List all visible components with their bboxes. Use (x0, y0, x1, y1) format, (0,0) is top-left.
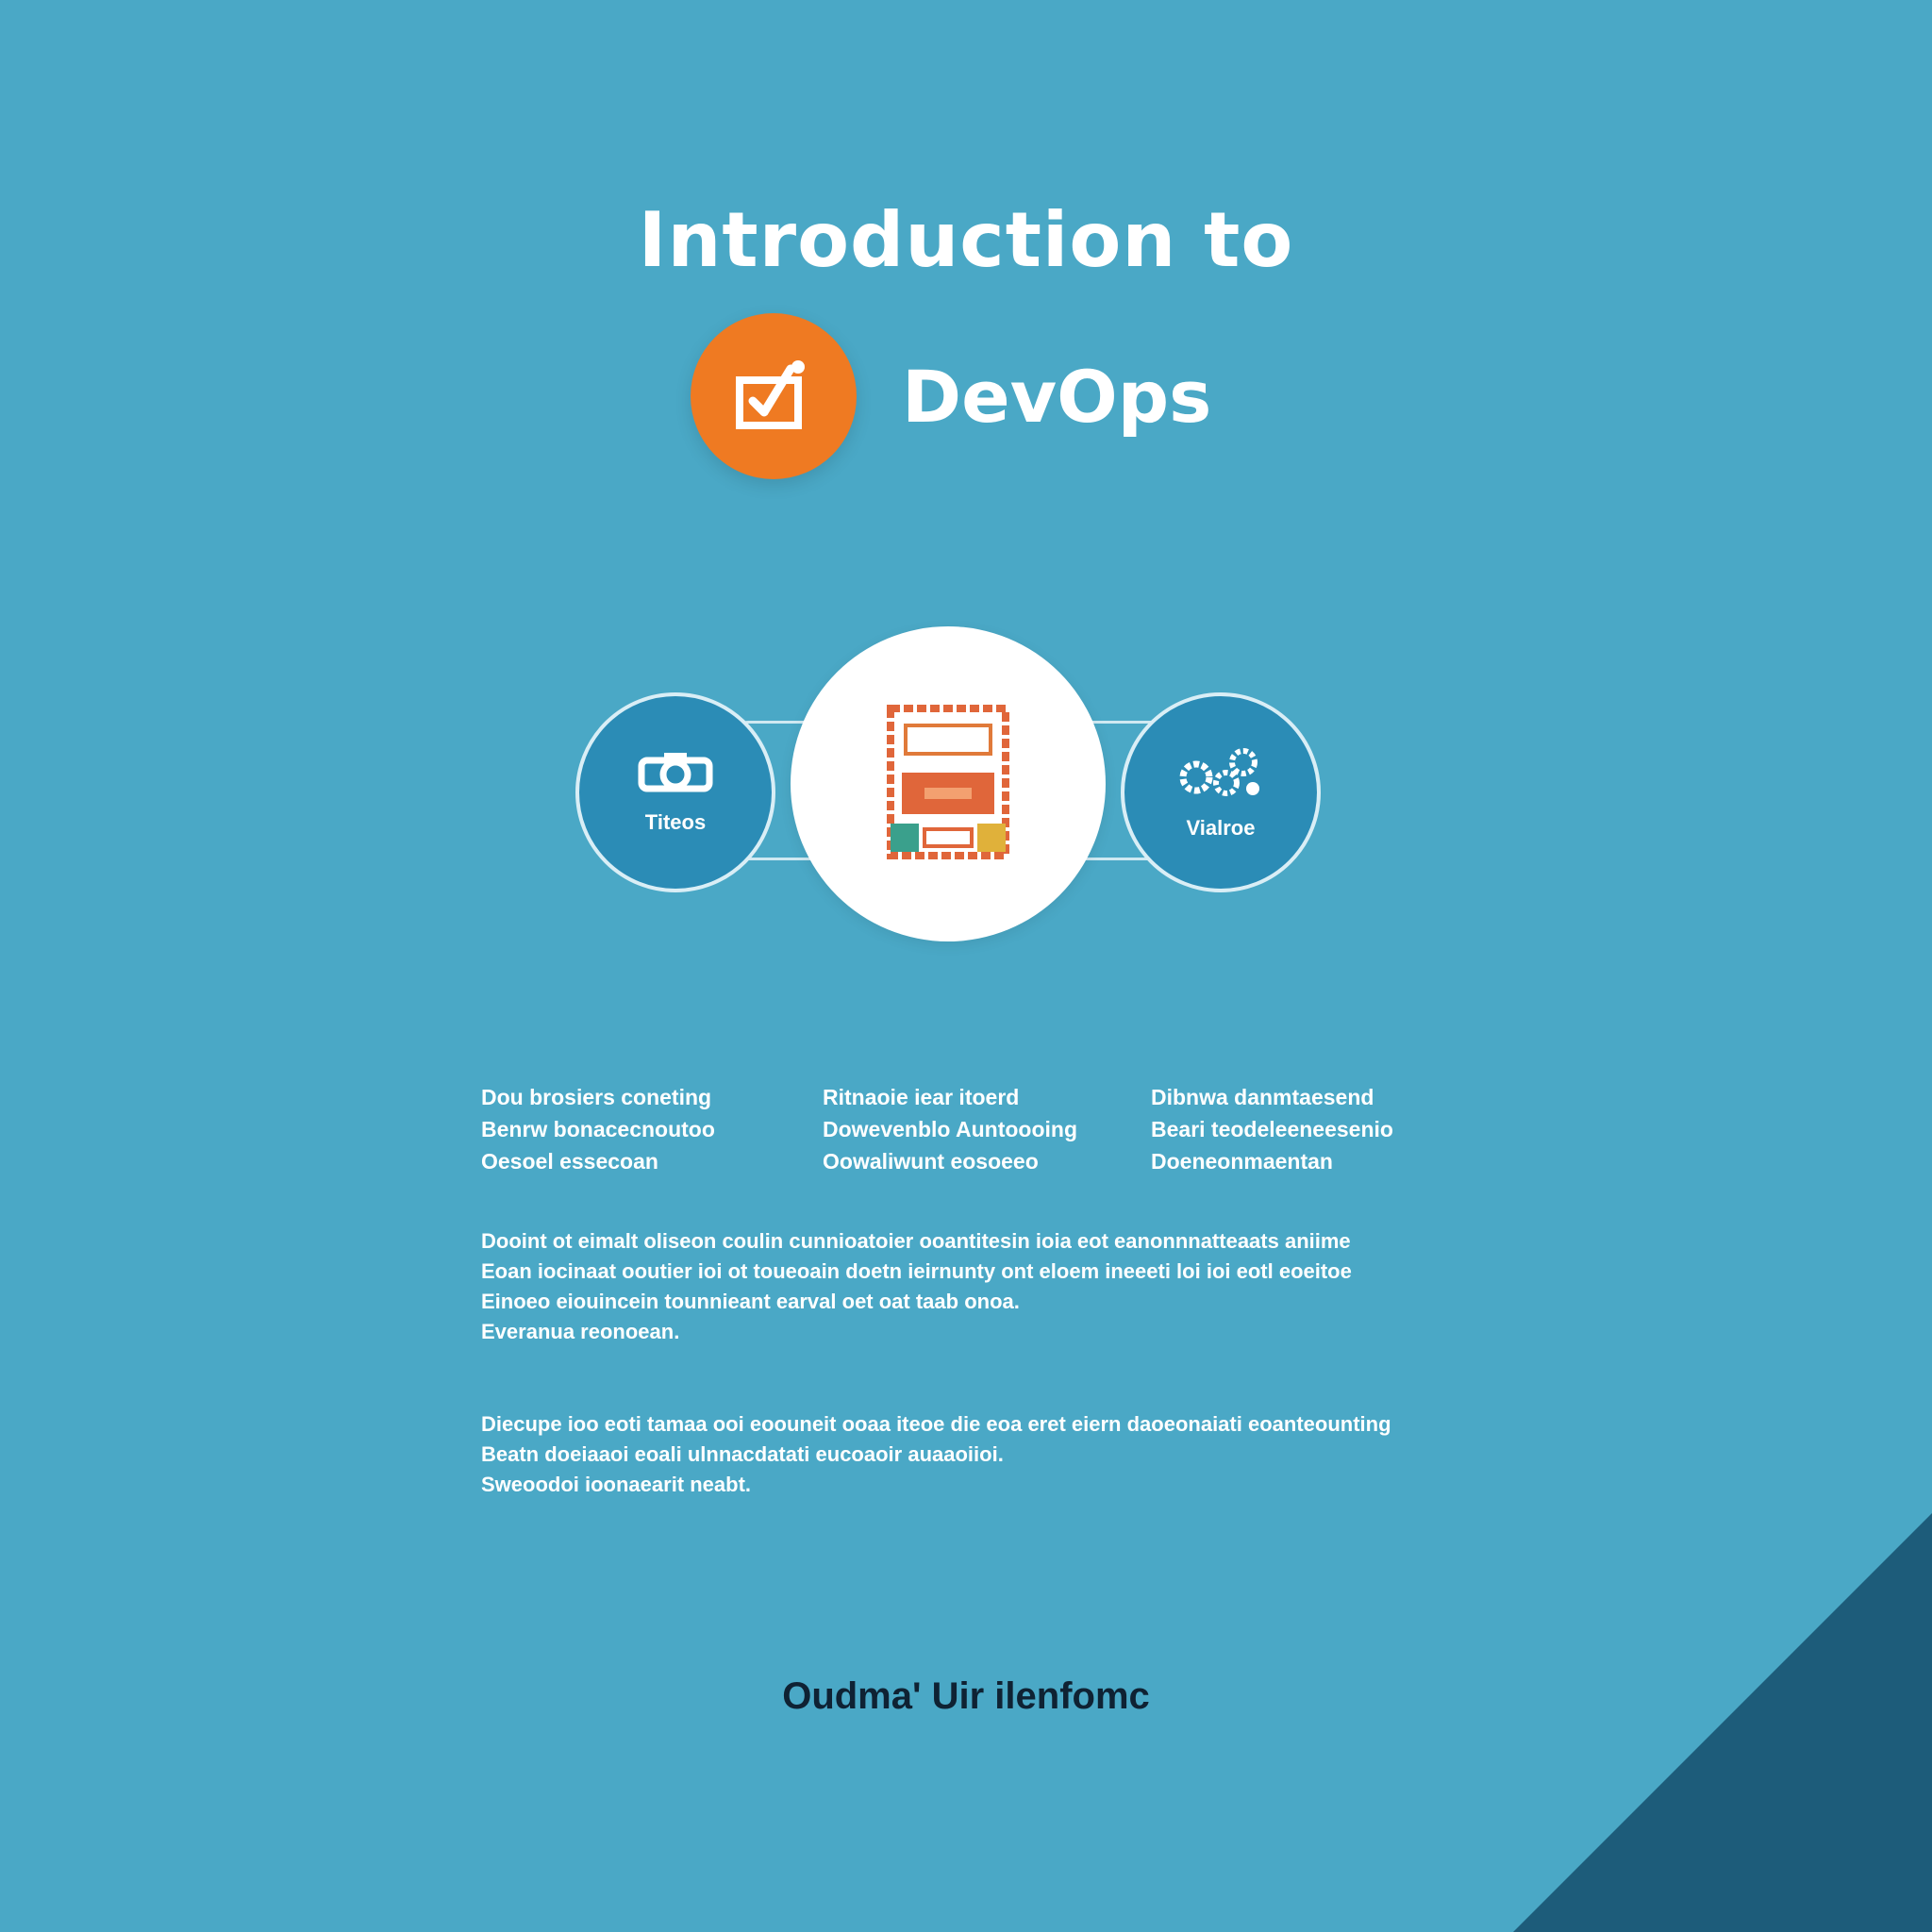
node-right: Vialroe (1121, 692, 1321, 892)
column-line: Benrw bonacecnoutoo (481, 1117, 715, 1141)
feature-column-1: Dou brosiers coneting Benrw bonacecnouto… (481, 1081, 792, 1177)
server-board-icon (887, 704, 1009, 864)
devops-diagram: Titeos Vialroe (575, 626, 1321, 947)
paragraph-line: Beatn doeiaaoi eoali ulnnacdatati eucoao… (481, 1442, 1004, 1466)
feature-column-3: Dibnwa danmtaesend Beari teodeleeneeseni… (1151, 1081, 1462, 1177)
paragraph-line: Dooint ot eimalt oliseon coulin cunnioat… (481, 1229, 1351, 1253)
body-paragraph-1: Dooint ot eimalt oliseon coulin cunnioat… (481, 1226, 1434, 1347)
node-right-label: Vialroe (1186, 815, 1256, 840)
paragraph-line: Everanua reonoean. (481, 1320, 680, 1343)
brand-name: DevOps (902, 354, 1212, 439)
paragraph-line: Einoeo eiouincein tounnieant earval oet … (481, 1290, 1020, 1313)
brand-row: DevOps (691, 311, 1211, 481)
paragraph-line: Eoan iocinaat ooutier ioi ot toueoain do… (481, 1259, 1352, 1283)
column-line: Dou brosiers coneting (481, 1085, 712, 1109)
paragraph-line: Sweoodoi ioonaearit neabt. (481, 1473, 752, 1496)
corner-triangle (1513, 1513, 1932, 1932)
column-line: Doeneonmaentan (1151, 1149, 1333, 1174)
column-line: Oowaliwunt eosoeeo (823, 1149, 1039, 1174)
footer-text: Oudma' Uir ilenfomc (782, 1675, 1150, 1717)
title-line-1: Introduction to (638, 196, 1294, 284)
node-center (791, 626, 1106, 941)
feature-column-2: Ritnaoie iear itoerd Dowevenblo Auntoooi… (823, 1081, 1134, 1177)
body-paragraph-2: Diecupe ioo eoti tamaa ooi eoouneit ooaa… (481, 1409, 1434, 1500)
gears-cluster-icon (1177, 745, 1264, 807)
gear-camera-icon (636, 751, 715, 801)
column-line: Dowevenblo Auntoooing (823, 1117, 1078, 1141)
column-line: Dibnwa danmtaesend (1151, 1085, 1374, 1109)
paragraph-line: Diecupe ioo eoti tamaa ooi eoouneit ooaa… (481, 1412, 1391, 1436)
checkbox-icon (691, 313, 857, 479)
column-line: Oesoel essecoan (481, 1149, 658, 1174)
column-line: Beari teodeleeneesenio (1151, 1117, 1393, 1141)
node-left-label: Titeos (644, 809, 707, 834)
node-left: Titeos (575, 692, 775, 892)
column-line: Ritnaoie iear itoerd (823, 1085, 1020, 1109)
